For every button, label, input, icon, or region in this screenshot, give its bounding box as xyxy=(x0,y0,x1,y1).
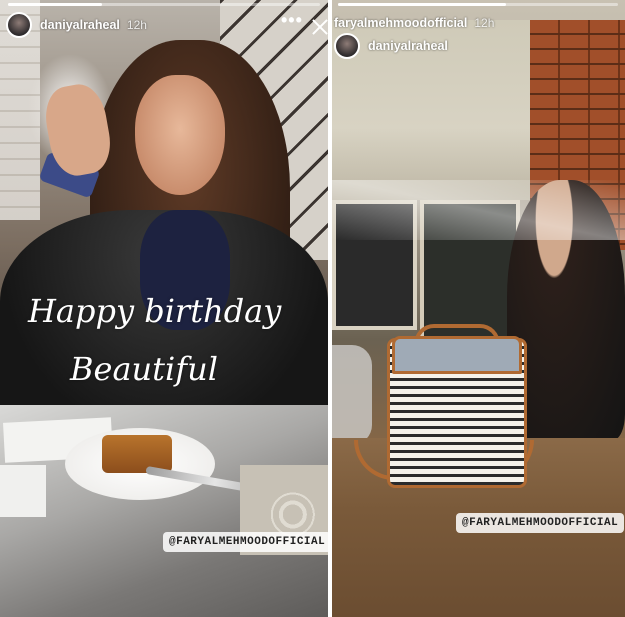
dessert xyxy=(102,435,172,473)
chair xyxy=(332,345,372,445)
mention-sticker[interactable]: @FARYALMEHMOODOFFICIAL xyxy=(456,513,625,533)
mention-sticker[interactable]: @FARYALMEHMOODOFFICIAL xyxy=(163,532,328,552)
story-time: 12h xyxy=(126,18,147,32)
light-beam xyxy=(332,180,625,240)
story-username[interactable]: daniyalraheal xyxy=(40,18,120,32)
story-right[interactable]: faryalmehmoodofficial 12h daniyalraheal … xyxy=(332,0,625,617)
story-progress-fill xyxy=(338,3,506,6)
reposted-story-header: daniyalraheal xyxy=(334,33,448,59)
story-progress-bar xyxy=(338,3,618,6)
avatar[interactable] xyxy=(334,33,360,59)
story-progress-fill xyxy=(8,3,102,6)
story-time: 12h xyxy=(474,16,495,30)
story-username[interactable]: faryalmehmoodofficial xyxy=(334,16,467,30)
story-header: daniyalraheal 12h xyxy=(6,8,147,42)
avatar[interactable] xyxy=(6,12,32,38)
ellipsis-icon[interactable]: ••• xyxy=(281,10,303,31)
close-icon[interactable] xyxy=(311,18,328,36)
reposted-username[interactable]: daniyalraheal xyxy=(368,39,448,53)
caption-line-2: Beautiful xyxy=(70,350,218,388)
person-face xyxy=(135,75,225,195)
story-header: faryalmehmoodofficial 12h xyxy=(334,12,494,34)
bag-lid xyxy=(392,336,522,374)
napkin xyxy=(0,465,46,517)
story-progress-bar xyxy=(8,3,320,6)
caption-line-1: Happy birthday xyxy=(28,292,282,330)
story-left[interactable]: daniyalraheal 12h ••• Happy birthday Bea… xyxy=(0,0,328,617)
